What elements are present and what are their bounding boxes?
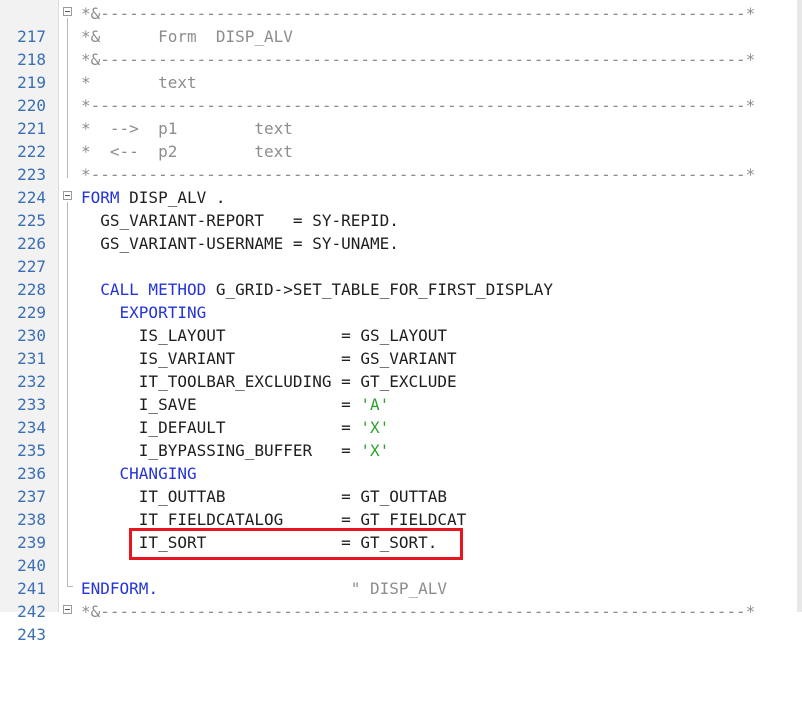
code-line[interactable]: 229 CALL METHOD G_GRID->SET_TABLE_FOR_FI… [0, 278, 802, 322]
comment-text: *---------------------------------------… [81, 165, 756, 184]
keyword: CALL METHOD [81, 280, 207, 299]
highlight-box [129, 528, 463, 560]
code-line[interactable]: 227 GS_VARIANT-USERNAME = SY-UNAME. [0, 232, 802, 276]
code-line[interactable]: 230 EXPORTING [0, 301, 802, 345]
code-text: GS_VARIANT-REPORT = SY-REPID. [81, 211, 399, 230]
code-text: IT_OUTTAB = GT_OUTTAB [81, 487, 448, 506]
code-line[interactable]: 228 [0, 255, 802, 299]
code-text: CALL METHOD G_GRID->SET_TABLE_FOR_FIRST_… [81, 278, 553, 301]
string-literal: 'X' [360, 441, 390, 460]
string-literal: 'X' [360, 418, 390, 437]
code-line[interactable]: 220 * text [0, 71, 802, 115]
comment-text: *& Form DISP_ALV [81, 27, 293, 46]
code-line[interactable]: 226 GS_VARIANT-REPORT = SY-REPID. [0, 209, 802, 253]
code-line[interactable]: 233 IT_TOOLBAR_EXCLUDING = GT_EXCLUDE [0, 370, 802, 414]
keyword: FORM [81, 188, 120, 207]
code-line[interactable]: 231 IS_LAYOUT = GS_LAYOUT [0, 324, 802, 368]
code-editor[interactable]: 217 *&----------------------------------… [0, 0, 802, 644]
parameter: I_DEFAULT = [81, 418, 361, 437]
code-text: ENDFORM. " DISP_ALV [81, 577, 447, 600]
code-text: IT_TOOLBAR_EXCLUDING = GT_EXCLUDE [81, 372, 457, 391]
fold-toggle-icon[interactable] [63, 605, 72, 614]
comment-text: * --> p1 text [81, 119, 293, 138]
parameter: I_SAVE = [81, 395, 361, 414]
code-line[interactable]: 219 *&----------------------------------… [0, 48, 802, 92]
comment-text: " DISP_ALV [158, 579, 448, 598]
code-text: IS_VARIANT = GS_VARIANT [81, 349, 457, 368]
code-text: IS_LAYOUT = GS_LAYOUT [81, 326, 448, 345]
code-line[interactable]: 237 CHANGING [0, 462, 802, 506]
code-line[interactable]: 222 * --> p1 text [0, 117, 802, 161]
code-line[interactable]: 218 *& Form DISP_ALV [0, 25, 802, 69]
fold-toggle-icon[interactable] [63, 191, 72, 200]
code-line[interactable]: 235 I_DEFAULT = 'X' [0, 416, 802, 460]
identifier: DISP_ALV . [119, 188, 226, 207]
code-line[interactable]: 217 *&----------------------------------… [0, 2, 802, 46]
parameter: I_BYPASSING_BUFFER = [81, 441, 361, 460]
code-line[interactable]: 242 ENDFORM. " DISP_ALV [0, 577, 802, 621]
comment-text: *&--------------------------------------… [81, 4, 756, 23]
keyword: ENDFORM [81, 579, 149, 598]
fold-toggle-icon[interactable] [63, 7, 72, 16]
code-line[interactable]: 234 I_SAVE = 'A' [0, 393, 802, 437]
code-text: FORM DISP_ALV . [81, 186, 226, 209]
code-line[interactable]: 236 I_BYPASSING_BUFFER = 'X' [0, 439, 802, 483]
code-text: I_SAVE = 'A' [81, 393, 389, 416]
comment-text: *---------------------------------------… [81, 96, 756, 115]
keyword: CHANGING [81, 464, 197, 483]
code-line[interactable]: 225 FORM DISP_ALV . [0, 186, 802, 230]
code-line[interactable]: 238 IT_OUTTAB = GT_OUTTAB [0, 485, 802, 529]
string-literal: 'A' [360, 395, 390, 414]
comment-text: * <-- p2 text [81, 142, 293, 161]
identifier: G_GRID->SET_TABLE_FOR_FIRST_DISPLAY [206, 280, 554, 299]
keyword: EXPORTING [81, 303, 207, 322]
comment-text: * text [81, 73, 197, 92]
code-line[interactable]: 224 *-----------------------------------… [0, 163, 802, 207]
code-text: GS_VARIANT-USERNAME = SY-UNAME. [81, 234, 399, 253]
code-line[interactable]: 221 *-----------------------------------… [0, 94, 802, 138]
code-line[interactable]: 223 * <-- p2 text [0, 140, 802, 184]
comment-text: *&--------------------------------------… [81, 50, 756, 69]
code-line[interactable]: 232 IS_VARIANT = GS_VARIANT [0, 347, 802, 391]
line-number: 243 [17, 625, 46, 644]
period: . [148, 579, 159, 598]
code-text: I_BYPASSING_BUFFER = 'X' [81, 439, 389, 462]
code-text: I_DEFAULT = 'X' [81, 416, 389, 439]
